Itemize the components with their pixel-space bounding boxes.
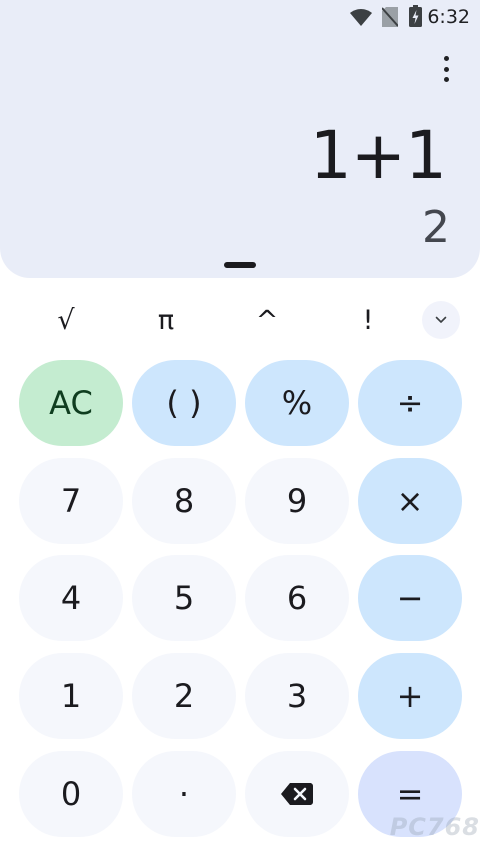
clear-button[interactable]: AC [19, 360, 123, 446]
expand-scientific-button[interactable] [422, 301, 460, 339]
digit-7-button[interactable]: 7 [19, 458, 123, 544]
subtract-button[interactable]: − [358, 555, 462, 641]
digit-5-button[interactable]: 5 [132, 555, 236, 641]
status-bar: 6:32 [0, 0, 480, 34]
digit-0-button[interactable]: 0 [19, 751, 123, 837]
more-options-button[interactable] [428, 56, 464, 82]
expression-display[interactable]: 1+1 [310, 116, 447, 196]
battery-charging-icon [409, 5, 422, 27]
digit-9-button[interactable]: 9 [245, 458, 349, 544]
backspace-icon [281, 783, 313, 805]
status-time: 6:32 [427, 6, 470, 28]
digit-6-button[interactable]: 6 [245, 555, 349, 641]
power-button[interactable]: ^ [227, 297, 307, 343]
more-options-icon [443, 56, 449, 61]
pi-button[interactable]: π [126, 297, 206, 343]
add-button[interactable]: + [358, 653, 462, 739]
wifi-icon [350, 9, 372, 26]
digit-8-button[interactable]: 8 [132, 458, 236, 544]
multiply-button[interactable]: × [358, 458, 462, 544]
drag-handle[interactable] [224, 262, 256, 268]
no-sim-icon [382, 7, 398, 27]
factorial-button[interactable]: ! [328, 297, 408, 343]
more-options-icon-dot [443, 66, 449, 72]
parentheses-button[interactable]: ( ) [132, 360, 236, 446]
more-options-icon-dot [443, 77, 449, 82]
scientific-row: √ π ^ ! [0, 297, 480, 343]
chevron-down-icon [435, 316, 447, 323]
watermark: PC768 [389, 813, 480, 841]
sqrt-button[interactable]: √ [26, 297, 106, 343]
digit-4-button[interactable]: 4 [19, 555, 123, 641]
result-display: 2 [422, 202, 450, 253]
digit-3-button[interactable]: 3 [245, 653, 349, 739]
digit-2-button[interactable]: 2 [132, 653, 236, 739]
backspace-button[interactable] [245, 751, 349, 837]
digit-1-button[interactable]: 1 [19, 653, 123, 739]
display-panel: 6:32 1+1 2 [0, 0, 480, 278]
divide-button[interactable]: ÷ [358, 360, 462, 446]
percent-button[interactable]: % [245, 360, 349, 446]
decimal-button[interactable]: · [132, 751, 236, 837]
